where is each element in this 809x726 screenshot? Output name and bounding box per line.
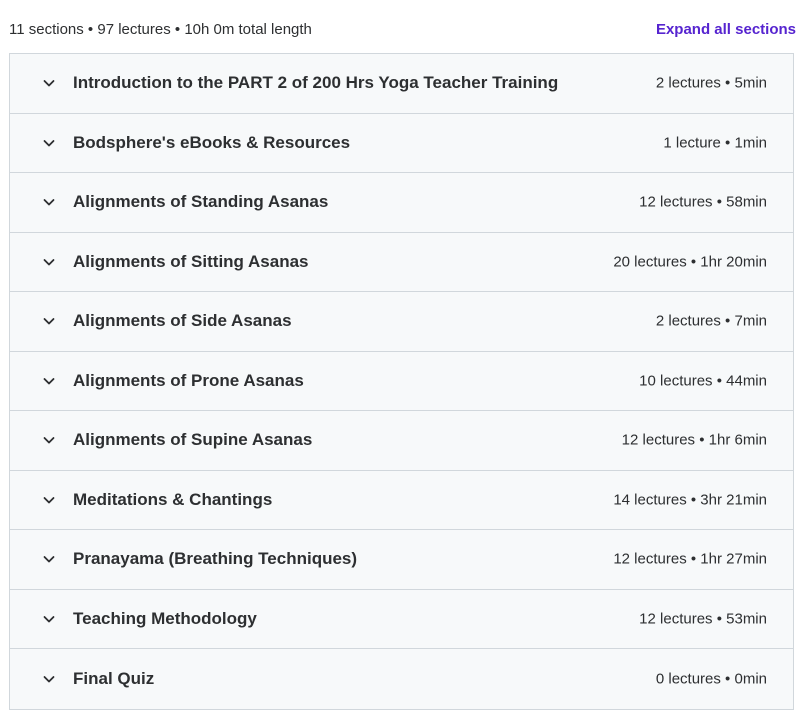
section-title: Final Quiz — [73, 668, 155, 688]
section-title: Alignments of Prone Asanas — [73, 370, 304, 390]
curriculum-header: 11 sections • 97 lectures • 10h 0m total… — [0, 0, 809, 53]
curriculum-summary: 11 sections • 97 lectures • 10h 0m total… — [9, 21, 312, 38]
section-lecture-count: 1 lecture • 1min — [663, 134, 767, 152]
chevron-down-icon — [42, 76, 56, 90]
section-lecture-count: 12 lectures • 1hr 6min — [621, 431, 767, 449]
section-lecture-count: 14 lectures • 3hr 21min — [613, 491, 767, 509]
section-row[interactable]: Alignments of Supine Asanas 12 lectures … — [10, 411, 793, 471]
section-lecture-count: 12 lectures • 1hr 27min — [613, 550, 767, 568]
chevron-down-icon — [42, 136, 56, 150]
section-title: Alignments of Standing Asanas — [73, 192, 329, 212]
section-row[interactable]: Pranayama (Breathing Techniques) 12 lect… — [10, 530, 793, 590]
chevron-down-icon — [42, 374, 56, 388]
chevron-down-icon — [42, 314, 56, 328]
chevron-down-icon — [42, 433, 56, 447]
section-title: Teaching Methodology — [73, 608, 257, 628]
section-title: Alignments of Supine Asanas — [73, 430, 313, 450]
section-row[interactable]: Alignments of Standing Asanas 12 lecture… — [10, 173, 793, 233]
section-row[interactable]: Introduction to the PART 2 of 200 Hrs Yo… — [10, 54, 793, 114]
section-row[interactable]: Meditations & Chantings 14 lectures • 3h… — [10, 470, 793, 530]
curriculum-sections-list: Introduction to the PART 2 of 200 Hrs Yo… — [9, 53, 794, 710]
section-title: Meditations & Chantings — [73, 489, 273, 509]
section-row[interactable]: Final Quiz 0 lectures • 0min — [10, 649, 793, 709]
section-lecture-count: 10 lectures • 44min — [639, 372, 767, 390]
section-row[interactable]: Alignments of Side Asanas 2 lectures • 7… — [10, 292, 793, 352]
section-lecture-count: 2 lectures • 7min — [655, 312, 767, 330]
section-lecture-count: 12 lectures • 58min — [639, 193, 767, 211]
section-title: Alignments of Sitting Asanas — [73, 251, 309, 271]
section-title: Bodsphere's eBooks & Resources — [73, 132, 351, 152]
section-title: Pranayama (Breathing Techniques) — [73, 549, 358, 569]
section-title: Alignments of Side Asanas — [73, 311, 292, 331]
section-lecture-count: 12 lectures • 53min — [639, 610, 767, 628]
section-row[interactable]: Alignments of Sitting Asanas 20 lectures… — [10, 232, 793, 292]
section-row[interactable]: Teaching Methodology 12 lectures • 53min — [10, 589, 793, 649]
section-row[interactable]: Alignments of Prone Asanas 10 lectures •… — [10, 351, 793, 411]
chevron-down-icon — [42, 672, 56, 686]
chevron-down-icon — [42, 195, 56, 209]
chevron-down-icon — [42, 612, 56, 626]
chevron-down-icon — [42, 255, 56, 269]
section-title: Introduction to the PART 2 of 200 Hrs Yo… — [73, 73, 559, 93]
section-lecture-count: 2 lectures • 5min — [655, 74, 767, 92]
expand-all-sections-button[interactable]: Expand all sections — [656, 21, 796, 38]
chevron-down-icon — [42, 493, 56, 507]
section-row[interactable]: Bodsphere's eBooks & Resources 1 lecture… — [10, 113, 793, 173]
chevron-down-icon — [42, 552, 56, 566]
section-lecture-count: 20 lectures • 1hr 20min — [613, 253, 767, 271]
section-lecture-count: 0 lectures • 0min — [655, 670, 767, 688]
